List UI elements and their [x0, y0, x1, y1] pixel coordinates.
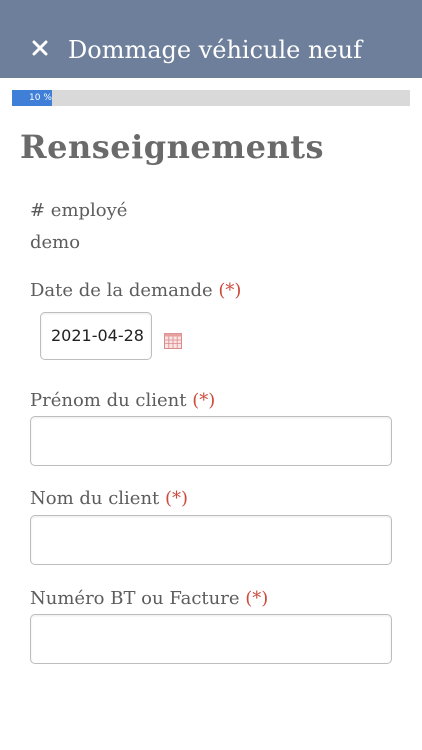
request-date-label: Date de la demande (*): [30, 280, 241, 301]
required-mark: (*): [165, 488, 189, 509]
last-name-label-text: Nom du client: [30, 488, 160, 509]
first-name-label-text: Prénom du client: [30, 390, 187, 411]
progress-label: 10 %: [29, 93, 52, 103]
first-name-label: Prénom du client (*): [30, 390, 215, 411]
close-button[interactable]: [28, 36, 52, 60]
invoice-number-input[interactable]: [30, 614, 392, 664]
close-icon: [32, 40, 48, 56]
invoice-number-label-text: Numéro BT ou Facture: [30, 588, 240, 609]
last-name-input[interactable]: [30, 515, 392, 565]
request-date-label-text: Date de la demande: [30, 280, 213, 301]
employee-label: # employé: [30, 200, 128, 221]
required-mark: (*): [245, 588, 269, 609]
calendar-icon[interactable]: [164, 333, 182, 349]
employee-value: demo: [30, 232, 81, 253]
required-mark: (*): [192, 390, 216, 411]
progress-bar: 10 %: [12, 90, 410, 106]
required-mark: (*): [218, 280, 242, 301]
page-title: Dommage véhicule neuf: [68, 36, 363, 64]
first-name-input[interactable]: [30, 416, 392, 466]
invoice-number-label: Numéro BT ou Facture (*): [30, 588, 268, 609]
last-name-label: Nom du client (*): [30, 488, 188, 509]
app-header: Dommage véhicule neuf: [0, 0, 422, 78]
request-date-input[interactable]: 2021-04-28: [40, 312, 152, 360]
section-title: Renseignements: [20, 128, 325, 166]
